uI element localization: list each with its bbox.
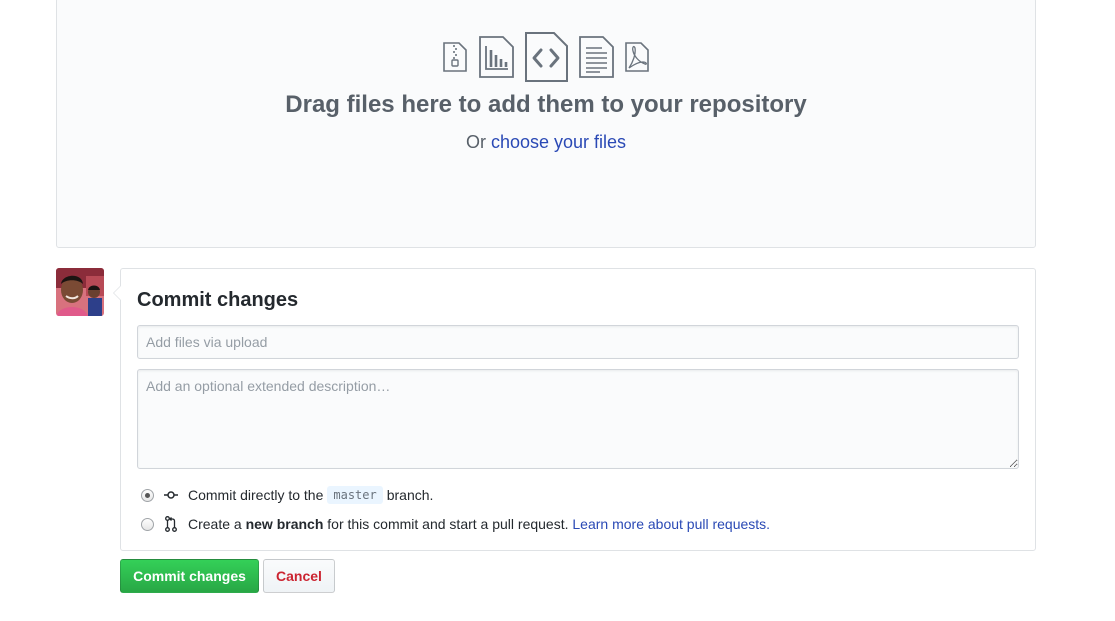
cancel-button[interactable]: Cancel [263, 559, 335, 593]
commit-direct-suffix: branch. [386, 487, 434, 503]
code-file-icon [524, 32, 568, 82]
drop-zone-subtitle: Or choose your files [57, 132, 1035, 153]
zip-file-icon [442, 42, 468, 72]
drop-zone-or-text: Or [465, 132, 486, 152]
avatar [56, 268, 104, 316]
new-branch-radio[interactable] [141, 517, 154, 531]
new-branch-option[interactable]: Create a new branch for this commit and … [141, 514, 770, 534]
file-drop-zone[interactable]: Drag files here to add them to your repo… [56, 0, 1036, 248]
new-branch-suffix: for this commit and start a pull request… [327, 516, 569, 532]
commit-changes-panel: Commit changes Commit directly to the ma… [113, 268, 1036, 551]
new-branch-bold: new branch [245, 516, 324, 532]
commit-summary-input[interactable] [137, 325, 1019, 359]
file-type-icons [57, 32, 1035, 82]
new-branch-prefix: Create a [188, 516, 242, 532]
pdf-file-icon [624, 42, 650, 72]
commit-changes-button[interactable]: Commit changes [120, 559, 259, 593]
commit-direct-text: Commit directly to the [188, 487, 324, 503]
git-pull-request-icon [164, 516, 178, 532]
choose-files-link[interactable]: choose your files [491, 132, 626, 152]
commit-title: Commit changes [137, 289, 299, 311]
git-commit-icon [164, 487, 178, 503]
text-file-icon [578, 36, 614, 78]
chart-file-icon [478, 36, 514, 78]
commit-direct-radio[interactable] [141, 488, 154, 502]
drop-zone-title: Drag files here to add them to your repo… [285, 91, 807, 118]
branch-name: master [327, 486, 383, 504]
commit-description-textarea[interactable] [137, 369, 1019, 469]
learn-more-pull-requests-link[interactable]: Learn more about pull requests. [572, 516, 770, 532]
commit-direct-option[interactable]: Commit directly to the master branch. [141, 485, 433, 505]
